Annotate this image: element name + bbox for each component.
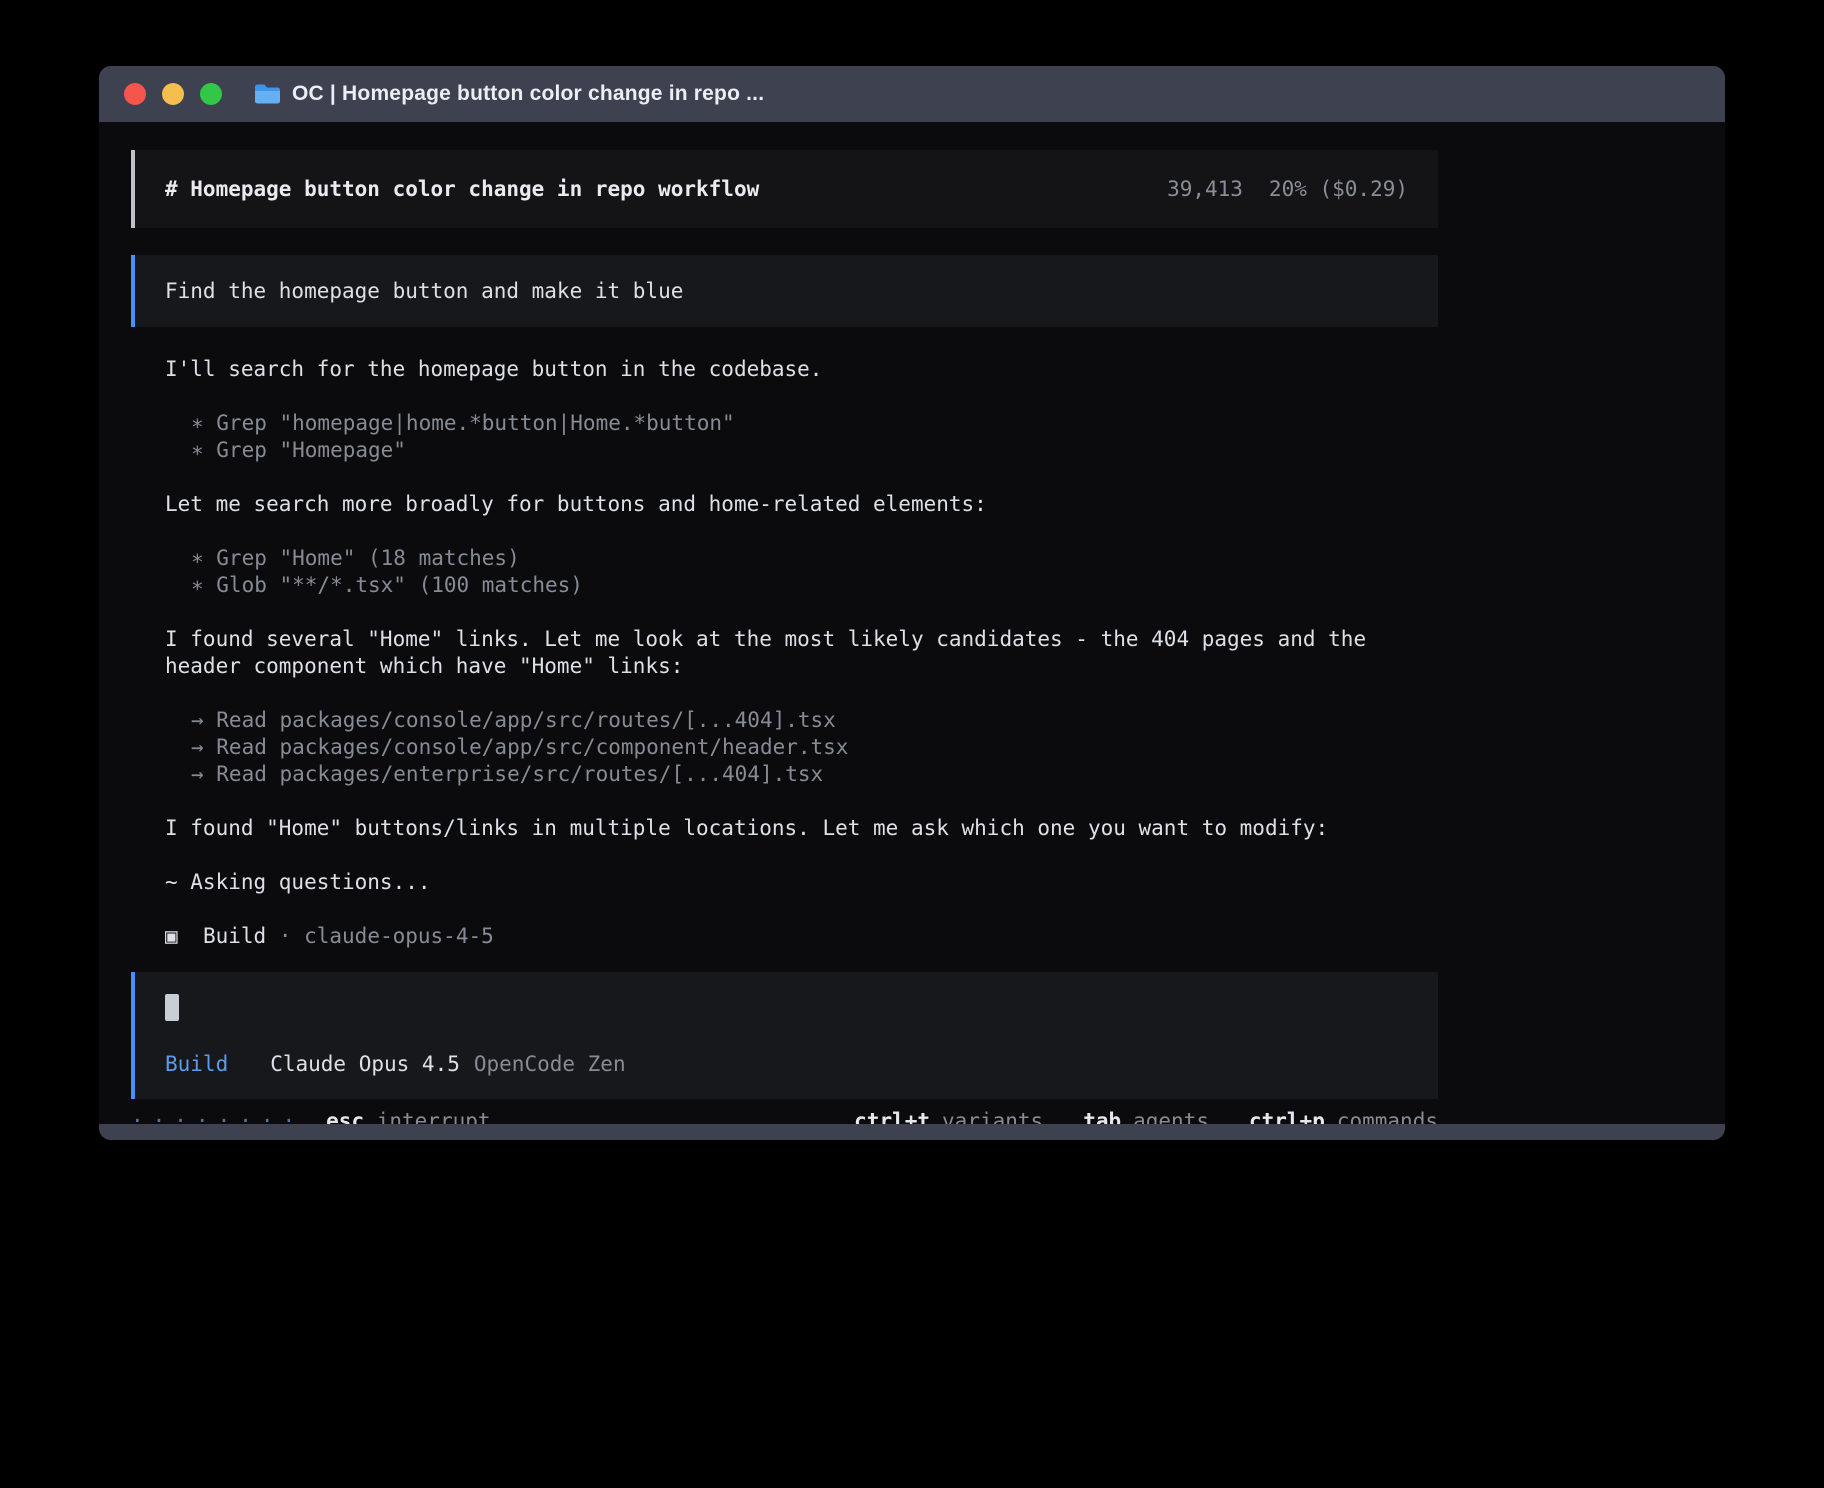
blank-line bbox=[165, 464, 1438, 491]
assistant-text-line: Let me search more broadly for buttons a… bbox=[165, 491, 1438, 518]
context-cost: 20% ($0.29) bbox=[1269, 177, 1408, 201]
shortcut-key: ctrl+p bbox=[1249, 1109, 1325, 1125]
tool-call-line: → Read packages/console/app/src/componen… bbox=[165, 734, 1438, 761]
agent-status-text: Build bbox=[178, 924, 267, 948]
prompt-input[interactable]: Build Claude Opus 4.5 OpenCode Zen bbox=[131, 972, 1438, 1099]
tool-call-line: → Read packages/console/app/src/routes/[… bbox=[165, 707, 1438, 734]
shortcut-label: variants bbox=[942, 1109, 1043, 1125]
tool-call-line: ∗ Grep "Home" (18 matches) bbox=[165, 545, 1438, 572]
assistant-text-line: ~ Asking questions... bbox=[165, 869, 1438, 896]
conversation: I'll search for the homepage button in t… bbox=[131, 356, 1438, 950]
blank-line bbox=[165, 599, 1438, 626]
interrupt-shortcut: esc interrupt bbox=[326, 1109, 490, 1125]
shortcut-key: esc bbox=[326, 1109, 364, 1125]
tool-call-line: ∗ Grep "Homepage" bbox=[165, 437, 1438, 464]
blank-line bbox=[165, 383, 1438, 410]
folder-icon bbox=[254, 83, 281, 105]
blank-line bbox=[165, 788, 1438, 815]
zoom-button[interactable] bbox=[200, 83, 222, 105]
window-controls bbox=[99, 83, 222, 105]
session-stats: 39,413 20% ($0.29) bbox=[1167, 177, 1408, 201]
blank-line bbox=[165, 896, 1438, 923]
assistant-text-line: I found "Home" buttons/links in multiple… bbox=[165, 815, 1438, 842]
agent-status-line: ▣ Build · claude-opus-4-5 bbox=[165, 923, 1438, 950]
status-bar: ········ esc interrupt ctrl+t variants tab… bbox=[131, 1107, 1438, 1124]
blank-line bbox=[165, 518, 1438, 545]
user-message: Find the homepage button and make it blu… bbox=[131, 255, 1438, 327]
shortcut-label: interrupt bbox=[364, 1109, 490, 1125]
tool-call-line: ∗ Glob "**/*.tsx" (100 matches) bbox=[165, 572, 1438, 599]
model-label[interactable]: Claude Opus 4.5 bbox=[270, 1052, 460, 1076]
input-status-row: Build Claude Opus 4.5 OpenCode Zen bbox=[165, 1052, 1408, 1076]
close-button[interactable] bbox=[124, 83, 146, 105]
minimize-button[interactable] bbox=[162, 83, 184, 105]
agent-status-dim: claude-opus-4-5 bbox=[304, 924, 494, 948]
text-cursor bbox=[165, 994, 179, 1021]
terminal-content: # Homepage button color change in repo w… bbox=[99, 122, 1725, 1124]
shortcut-hints: ctrl+t variants tab agents ctrl+p commands bbox=[854, 1109, 1438, 1125]
tool-call-line: → Read packages/enterprise/src/routes/[.… bbox=[165, 761, 1438, 788]
spinner-dots: ········ bbox=[131, 1109, 304, 1125]
blank-line bbox=[165, 680, 1438, 707]
assistant-text-line: I'll search for the homepage button in t… bbox=[165, 356, 1438, 383]
shortcut-label: agents bbox=[1133, 1109, 1209, 1125]
shortcut-label: commands bbox=[1337, 1109, 1438, 1125]
user-message-text: Find the homepage button and make it blu… bbox=[165, 279, 683, 303]
session-title: # Homepage button color change in repo w… bbox=[165, 177, 759, 201]
agent-status-text: ▣ bbox=[165, 924, 178, 948]
assistant-text-line: I found several "Home" links. Let me loo… bbox=[165, 626, 1438, 680]
terminal-window: OC | Homepage button color change in rep… bbox=[99, 66, 1725, 1140]
shortcut-key: ctrl+t bbox=[854, 1109, 930, 1125]
shortcut-key: tab bbox=[1083, 1109, 1121, 1125]
tool-call-line: ∗ Grep "homepage|home.*button|Home.*butt… bbox=[165, 410, 1438, 437]
token-count: 39,413 bbox=[1167, 177, 1243, 201]
provider-label: OpenCode Zen bbox=[474, 1052, 626, 1076]
title-group: OC | Homepage button color change in rep… bbox=[254, 82, 764, 106]
blank-line bbox=[165, 842, 1438, 869]
shortcut-agents: tab agents bbox=[1083, 1109, 1209, 1125]
window-title: OC | Homepage button color change in rep… bbox=[292, 82, 764, 106]
session-header: # Homepage button color change in repo w… bbox=[131, 150, 1438, 228]
agent-mode-label[interactable]: Build bbox=[165, 1052, 228, 1076]
titlebar[interactable]: OC | Homepage button color change in rep… bbox=[99, 66, 1725, 122]
agent-status-dim: · bbox=[266, 924, 304, 948]
shortcut-variants: ctrl+t variants bbox=[854, 1109, 1043, 1125]
shortcut-commands: ctrl+p commands bbox=[1249, 1109, 1438, 1125]
window-bottom-edge bbox=[99, 1124, 1725, 1140]
